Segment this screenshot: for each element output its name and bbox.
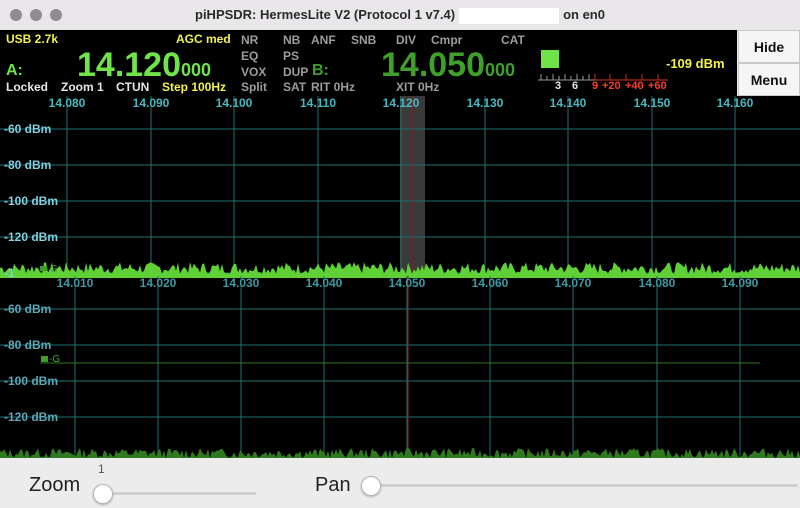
freq-label: 14.040 bbox=[306, 276, 343, 290]
nb-label[interactable]: NB bbox=[283, 33, 300, 47]
agc-label[interactable]: AGC med bbox=[176, 32, 231, 46]
freq-label: 14.050 bbox=[389, 276, 426, 290]
zoom-label: Zoom bbox=[29, 474, 81, 496]
pan-slider-handle[interactable] bbox=[361, 476, 381, 496]
pan-label: Pan bbox=[315, 474, 351, 496]
freq-label: 14.080 bbox=[49, 96, 86, 110]
freq-label: 14.090 bbox=[722, 276, 759, 290]
freq-scale-a: 14.080 14.090 14.100 14.110 14.120 14.13… bbox=[49, 96, 754, 110]
marker-b bbox=[41, 356, 48, 362]
freq-label: 14.090 bbox=[133, 96, 170, 110]
freq-label: 14.010 bbox=[57, 276, 94, 290]
sat-label[interactable]: SAT bbox=[283, 80, 306, 94]
freq-label: 14.080 bbox=[639, 276, 676, 290]
vfo-b-freq-main: 14.050 bbox=[381, 46, 485, 84]
db-label: -100 dBm bbox=[4, 374, 58, 388]
cat-label[interactable]: CAT bbox=[501, 33, 525, 47]
s-meter-scale-40: +40 bbox=[625, 80, 644, 92]
s-meter: 3 6 9 +20 +40 +60 bbox=[538, 48, 678, 96]
s-meter-scale-20: +20 bbox=[602, 80, 621, 92]
vfo-b-freq-sub: 000 bbox=[485, 60, 516, 80]
vfo-a-label: A: bbox=[6, 62, 23, 79]
db-label: -80 dBm bbox=[4, 338, 51, 352]
freq-label: 14.020 bbox=[140, 276, 177, 290]
ctun-label[interactable]: CTUN bbox=[116, 80, 149, 94]
freq-label: 14.070 bbox=[555, 276, 592, 290]
nr-label[interactable]: NR bbox=[241, 33, 258, 47]
window-titlebar: piHPSDR: HermesLite V2 (Protocol 1 v7.4)… bbox=[0, 0, 800, 31]
panadapter-display[interactable]: G 14.080 14.090 14.100 14.110 14.120 14.… bbox=[0, 96, 800, 458]
redacted-field bbox=[459, 7, 560, 24]
zoom-slider-handle[interactable] bbox=[93, 484, 113, 504]
zoom-status-label[interactable]: Zoom 1 bbox=[61, 80, 104, 94]
zoom-slider-track[interactable] bbox=[94, 492, 256, 495]
freq-label: 14.110 bbox=[300, 96, 336, 110]
freq-label: 14.030 bbox=[223, 276, 260, 290]
s-meter-scale-60: +60 bbox=[648, 80, 667, 92]
db-label: -100 dBm bbox=[4, 194, 58, 208]
vfo-b-label: B: bbox=[312, 62, 329, 79]
db-label: -1 bbox=[4, 266, 15, 280]
db-label: -120 dBm bbox=[4, 410, 58, 424]
db-label: -60 dBm bbox=[4, 122, 51, 136]
window-title-suffix: on en0 bbox=[563, 7, 605, 22]
freq-label: 14.100 bbox=[216, 96, 253, 110]
eq-label[interactable]: EQ bbox=[241, 49, 258, 63]
signal-level: -109 dBm bbox=[666, 56, 725, 71]
vox-label[interactable]: VOX bbox=[241, 65, 266, 79]
vfo-panel[interactable]: USB 2.7k AGC med A: 14.120000 Locked Zoo… bbox=[0, 30, 737, 96]
cmpr-label[interactable]: Cmpr bbox=[431, 33, 462, 47]
s-meter-scale-9: 9 bbox=[592, 80, 599, 92]
db-label: -80 dBm bbox=[4, 158, 51, 172]
div-label[interactable]: DIV bbox=[396, 33, 416, 47]
db-label: -60 dBm bbox=[4, 302, 51, 316]
s-meter-scale-6: 6 bbox=[572, 80, 579, 92]
freq-label: 14.060 bbox=[472, 276, 509, 290]
bottom-controls: Zoom 1 Pan bbox=[0, 458, 800, 508]
vfo-a-freq-sub: 000 bbox=[181, 60, 212, 80]
rit-label[interactable]: RIT 0Hz bbox=[311, 80, 355, 94]
window-title-text: piHPSDR: HermesLite V2 (Protocol 1 v7.4) bbox=[195, 7, 456, 22]
freq-scale-b: 14.010 14.020 14.030 14.040 14.050 14.06… bbox=[57, 276, 759, 290]
zoom-value: 1 bbox=[98, 462, 105, 476]
split-label[interactable]: Split bbox=[241, 80, 267, 94]
freq-label: 14.130 bbox=[467, 96, 504, 110]
menu-button[interactable]: Menu bbox=[738, 63, 800, 96]
freq-label: 14.160 bbox=[717, 96, 754, 110]
mode-filter-label[interactable]: USB 2.7k bbox=[6, 32, 58, 46]
ps-label[interactable]: PS bbox=[283, 49, 299, 63]
anf-label[interactable]: ANF bbox=[311, 33, 336, 47]
hide-button[interactable]: Hide bbox=[738, 30, 800, 63]
pan-slider-track[interactable] bbox=[362, 484, 798, 487]
dup-label[interactable]: DUP bbox=[283, 65, 308, 79]
locked-label[interactable]: Locked bbox=[6, 80, 48, 94]
s-meter-bar bbox=[541, 50, 559, 68]
xit-label[interactable]: XIT 0Hz bbox=[396, 80, 439, 94]
s-meter-scale-3: 3 bbox=[555, 80, 562, 92]
freq-label: 14.120 bbox=[383, 96, 420, 110]
snb-label[interactable]: SNB bbox=[351, 33, 376, 47]
window-title: piHPSDR: HermesLite V2 (Protocol 1 v7.4)… bbox=[0, 7, 800, 24]
marker-a-label: G bbox=[50, 264, 58, 275]
freq-label: 14.140 bbox=[550, 96, 587, 110]
freq-label: 14.150 bbox=[634, 96, 671, 110]
db-label: -120 dBm bbox=[4, 230, 58, 244]
marker-b-label: -G bbox=[49, 354, 60, 365]
vfo-a-freq-main: 14.120 bbox=[77, 46, 181, 84]
step-label[interactable]: Step 100Hz bbox=[162, 80, 226, 94]
marker-a bbox=[40, 266, 47, 271]
